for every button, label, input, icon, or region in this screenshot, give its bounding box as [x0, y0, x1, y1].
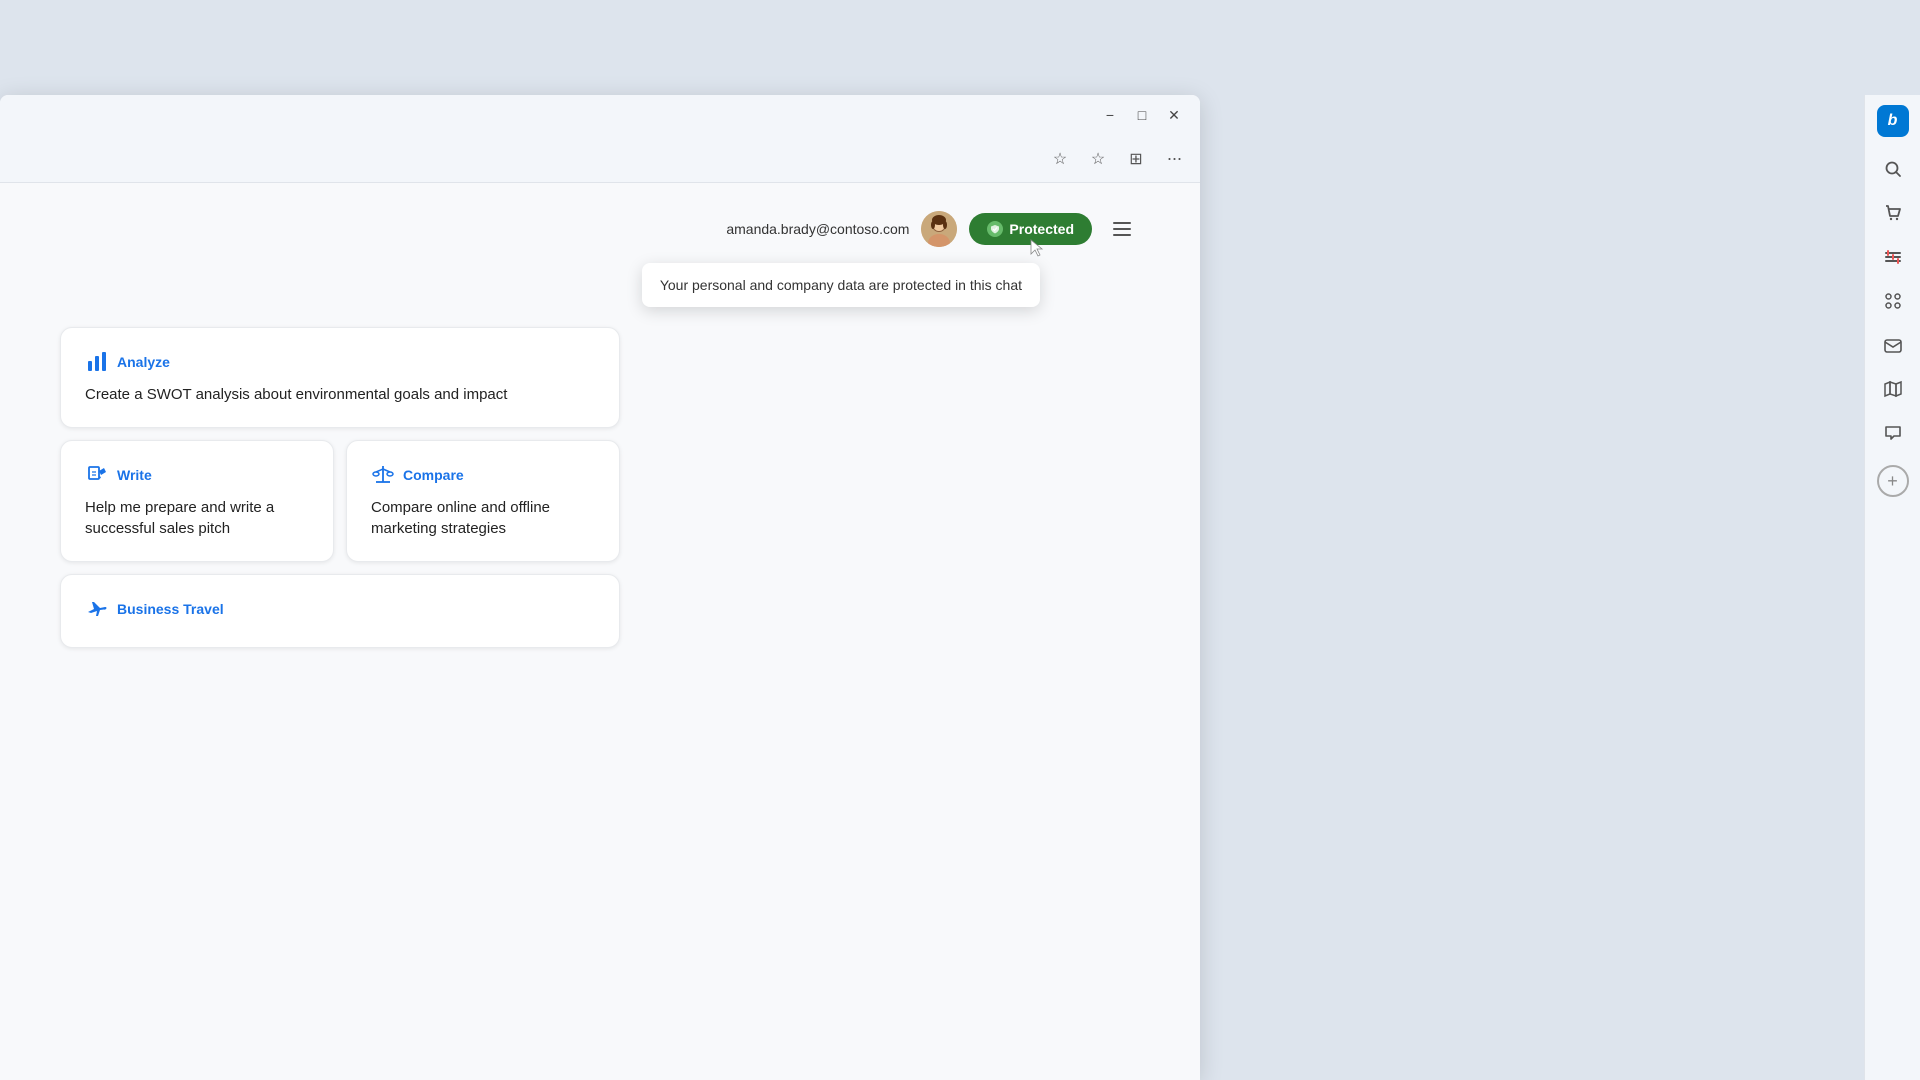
- analyze-card[interactable]: Analyze Create a SWOT analysis about env…: [60, 327, 620, 428]
- user-email: amanda.brady@contoso.com: [726, 221, 909, 237]
- compare-text: Compare online and offline marketing str…: [371, 497, 595, 539]
- sidebar-add-button[interactable]: +: [1877, 465, 1909, 497]
- business-travel-label: Business Travel: [117, 601, 224, 617]
- more-button[interactable]: ···: [1158, 143, 1190, 175]
- edit-icon: [85, 463, 109, 487]
- analyze-text: Create a SWOT analysis about environment…: [85, 384, 595, 405]
- user-avatar: [921, 211, 957, 247]
- favorite-star-button[interactable]: ☆: [1044, 143, 1076, 175]
- messages-icon: [1884, 424, 1902, 442]
- protected-button[interactable]: Protected: [969, 213, 1092, 245]
- header-area: amanda.brady@contoso.com: [60, 183, 1140, 267]
- favorite-star-icon: ☆: [1053, 149, 1067, 169]
- plane-icon: [85, 597, 109, 621]
- analyze-category: Analyze: [85, 350, 595, 374]
- favorites-button[interactable]: ☆: [1082, 143, 1114, 175]
- sidebar-tools-button[interactable]: [1873, 237, 1913, 277]
- analyze-label: Analyze: [117, 354, 170, 370]
- hamburger-icon: [1113, 222, 1131, 236]
- minimize-button[interactable]: −: [1096, 101, 1124, 129]
- close-button[interactable]: ✕: [1160, 101, 1188, 129]
- write-label: Write: [117, 467, 152, 483]
- shopping-icon: [1884, 204, 1902, 222]
- maximize-button[interactable]: □: [1128, 101, 1156, 129]
- compare-category: Compare: [371, 463, 595, 487]
- maps-icon: [1884, 380, 1902, 398]
- search-icon: [1884, 160, 1902, 178]
- main-content: amanda.brady@contoso.com: [0, 183, 1200, 1080]
- business-travel-category: Business Travel: [85, 597, 595, 621]
- plus-icon: +: [1887, 471, 1898, 492]
- outlook-icon: [1884, 336, 1902, 354]
- protected-label: Protected: [1009, 221, 1074, 237]
- apps-icon: [1884, 292, 1902, 310]
- collections-button[interactable]: ⊞: [1120, 143, 1152, 175]
- sidebar-search-button[interactable]: [1873, 149, 1913, 189]
- write-category: Write: [85, 463, 309, 487]
- protected-shield-icon: [987, 221, 1003, 237]
- bing-logo-button[interactable]: b: [1877, 105, 1909, 137]
- card-half-row: Write Help me prepare and write a succes…: [60, 440, 620, 562]
- compare-card[interactable]: Compare Compare online and offline marke…: [346, 440, 620, 562]
- sidebar-messages-button[interactable]: [1873, 413, 1913, 453]
- sidebar-apps-button[interactable]: [1873, 281, 1913, 321]
- collections-icon: ⊞: [1129, 149, 1142, 169]
- sidebar-outlook-button[interactable]: [1873, 325, 1913, 365]
- protected-tooltip: Your personal and company data are prote…: [642, 263, 1040, 307]
- favorites-icon: ☆: [1091, 149, 1105, 169]
- business-travel-card[interactable]: Business Travel: [60, 574, 620, 648]
- scale-icon: [371, 463, 395, 487]
- sidebar-shopping-button[interactable]: [1873, 193, 1913, 233]
- nav-bar: ☆ ☆ ⊞ ···: [0, 135, 1200, 183]
- title-bar: − □ ✕: [0, 95, 1200, 135]
- hamburger-menu-button[interactable]: [1104, 211, 1140, 247]
- write-card[interactable]: Write Help me prepare and write a succes…: [60, 440, 334, 562]
- sidebar-maps-button[interactable]: [1873, 369, 1913, 409]
- cards-area: Analyze Create a SWOT analysis about env…: [60, 327, 1140, 688]
- compare-label: Compare: [403, 467, 464, 483]
- tooltip-text: Your personal and company data are prote…: [660, 277, 1022, 293]
- more-dots-icon: ···: [1167, 148, 1182, 169]
- write-text: Help me prepare and write a successful s…: [85, 497, 309, 539]
- bar-chart-icon: [85, 350, 109, 374]
- tools-icon: [1884, 248, 1902, 266]
- bing-sidebar: b: [1864, 95, 1920, 1080]
- browser-window: − □ ✕ ☆ ☆ ⊞ ··· amanda.brady@contoso.com: [0, 95, 1200, 1080]
